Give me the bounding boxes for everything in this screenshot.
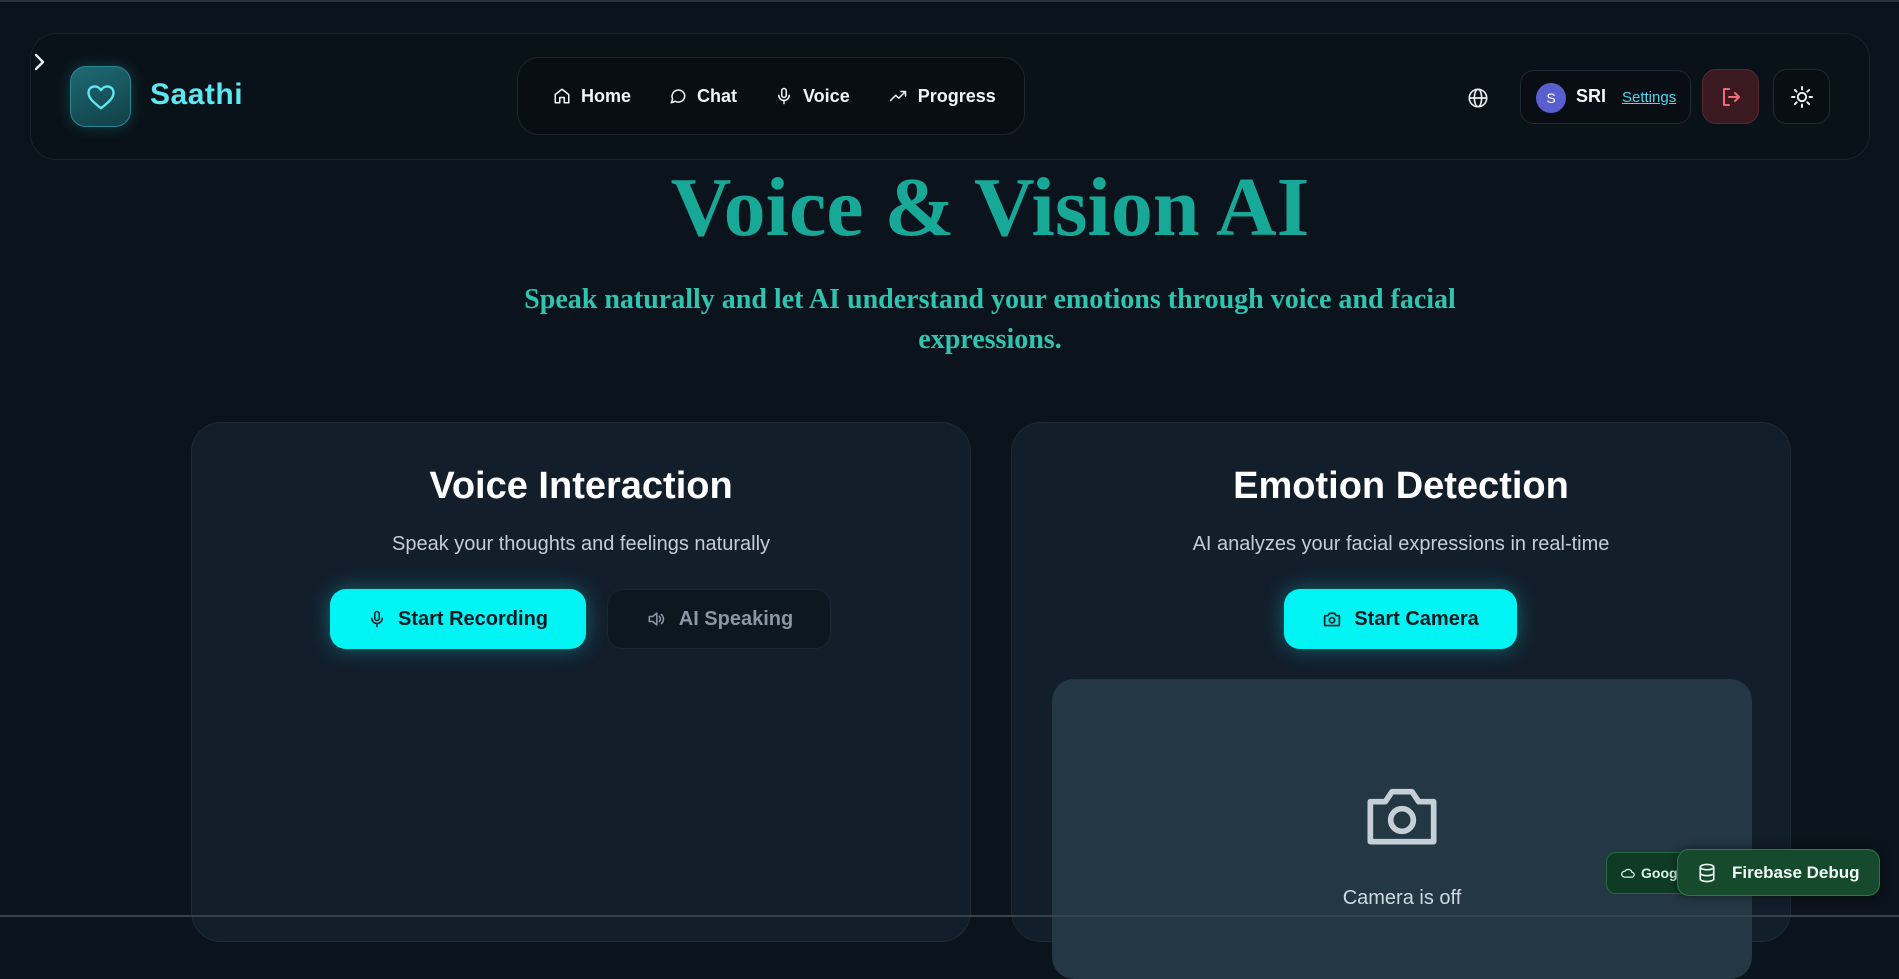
voice-interaction-card: Voice Interaction Speak your thoughts an…: [191, 422, 971, 942]
card-description: AI analyzes your facial expressions in r…: [1192, 533, 1610, 555]
nav-item-label: Home: [581, 85, 632, 106]
camera-off-icon: [1361, 779, 1443, 851]
language-button[interactable]: [1463, 83, 1493, 113]
mic-icon: [370, 610, 383, 628]
nav-item-label: Chat: [697, 85, 738, 106]
nav-item-voice[interactable]: Voice: [775, 86, 850, 107]
nav-item-home[interactable]: Home: [553, 86, 631, 107]
ai-speaking-button[interactable]: AI Speaking: [607, 589, 831, 649]
logout-icon: [1722, 87, 1740, 106]
theme-toggle-button[interactable]: [1773, 69, 1830, 124]
chevron-right-icon: [34, 53, 45, 71]
firebase-debug-button[interactable]: Firebase Debug: [1677, 849, 1880, 896]
app-logo[interactable]: [70, 66, 131, 127]
camera-icon: [1324, 612, 1341, 627]
window-top-border: [0, 0, 1899, 2]
speaker-icon: [648, 612, 664, 626]
start-recording-button[interactable]: Start Recording: [330, 589, 586, 649]
nav-item-label: Progress: [917, 85, 996, 106]
button-label: Firebase Debug: [1732, 862, 1860, 882]
nav-item-label: Voice: [803, 85, 850, 106]
sun-icon: [1790, 85, 1813, 108]
camera-preview: Camera is off: [1052, 679, 1752, 979]
nav-item-progress[interactable]: Progress: [888, 86, 996, 107]
button-label: Start Camera: [1354, 607, 1479, 630]
user-menu: S SRI Settings: [1520, 70, 1691, 124]
page-title: Voice & Vision AI: [670, 161, 1310, 254]
button-label: Start Recording: [397, 607, 549, 630]
card-title: Voice Interaction: [429, 465, 733, 507]
heart-icon: [86, 84, 115, 109]
avatar[interactable]: S: [1536, 83, 1566, 113]
nav-item-chat[interactable]: Chat: [669, 86, 737, 107]
cloud-icon: [1621, 868, 1635, 878]
trending-up-icon: [889, 90, 906, 102]
app-name[interactable]: Saathi: [150, 78, 243, 112]
start-camera-button[interactable]: Start Camera: [1284, 589, 1517, 649]
card-title: Emotion Detection: [1233, 465, 1569, 507]
user-name: SRI: [1576, 86, 1607, 106]
badge-label: Goog: [1641, 865, 1678, 881]
settings-link[interactable]: Settings: [1622, 89, 1676, 106]
card-description: Speak your thoughts and feelings natural…: [391, 533, 771, 555]
main-nav: Home Chat Voice Progress: [517, 57, 1025, 135]
home-icon: [554, 88, 570, 104]
mic-icon: [778, 87, 791, 105]
button-label: AI Speaking: [678, 607, 794, 630]
database-icon: [1699, 863, 1715, 882]
page-subtitle: Speak naturally and let AI understand yo…: [524, 284, 1456, 355]
sidebar-toggle-button[interactable]: [30, 50, 50, 74]
chat-icon: [670, 89, 686, 104]
globe-icon: [1468, 88, 1488, 108]
logout-button[interactable]: [1702, 69, 1759, 124]
